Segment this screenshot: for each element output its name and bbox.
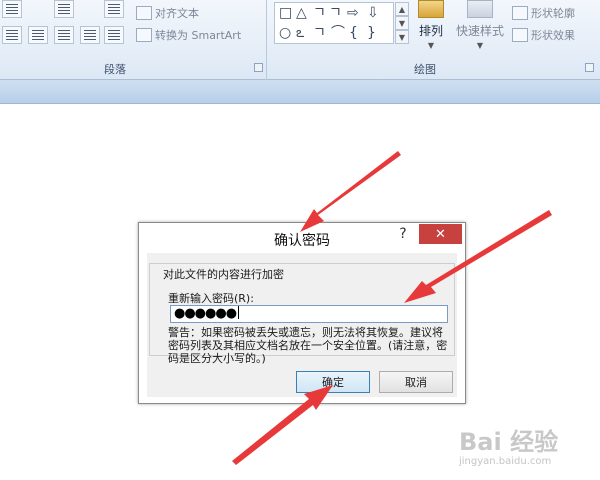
password-warning-text: 警告：如果密码被丢失或遗忘，则无法将其恢复。建议将密码列表及其相应文档名放在一个… bbox=[168, 326, 448, 365]
down-arrow-shape-icon[interactable]: ⇩ bbox=[367, 5, 379, 21]
drawing-dialog-launcher-icon[interactable] bbox=[585, 63, 594, 72]
convert-smartart-label: 转换为 SmartArt bbox=[155, 29, 242, 42]
quick-styles-icon bbox=[467, 0, 493, 18]
arrange-button[interactable]: 排列 ▼ bbox=[418, 0, 444, 50]
right-arrow-shape-icon[interactable]: ⇨ bbox=[347, 5, 359, 21]
paragraph-dialog-launcher-icon[interactable] bbox=[254, 63, 263, 72]
dialog-title: 确认密码 bbox=[274, 233, 330, 249]
watermark-url: jingyan.baidu.com bbox=[459, 456, 552, 467]
align-text-icon bbox=[136, 6, 152, 20]
rectangle-shape-icon[interactable]: □ bbox=[279, 5, 292, 21]
encrypt-group-label: 对此文件的内容进行加密 bbox=[160, 266, 287, 282]
arc-shape-icon[interactable]: ⌒ bbox=[331, 25, 345, 41]
shapes-gallery[interactable]: □ △ ㄱ ㄱ ⇨ ⇩ ○ ఽ ㄱ ⌒ { } bbox=[274, 2, 394, 44]
ok-button[interactable]: 确定 bbox=[296, 371, 370, 393]
triangle-shape-icon[interactable]: △ bbox=[296, 5, 307, 21]
quick-styles-label: 快速样式 bbox=[456, 24, 505, 38]
password-input[interactable]: ●●●●●● bbox=[170, 305, 448, 323]
paragraph-group-label: 段落 bbox=[104, 63, 126, 76]
convert-smartart-button[interactable]: 转换为 SmartArt bbox=[136, 25, 241, 45]
arrange-icon bbox=[418, 0, 444, 18]
encrypt-group: 对此文件的内容进行加密 重新输入密码(R): ●●●●●● 警告：如果密码被丢失… bbox=[149, 263, 455, 365]
numbering-button[interactable] bbox=[54, 0, 74, 18]
close-button[interactable]: ✕ bbox=[419, 224, 462, 244]
justify-button[interactable] bbox=[80, 26, 100, 44]
arrange-label: 排列 bbox=[418, 24, 443, 38]
shape-effects-label: 形状效果 bbox=[531, 29, 575, 42]
chevron-down-icon: ▼ bbox=[476, 41, 484, 50]
dialog-body: 对此文件的内容进行加密 重新输入密码(R): ●●●●●● 警告：如果密码被丢失… bbox=[147, 253, 457, 397]
arrow-to-title bbox=[300, 151, 401, 232]
left-brace-shape-icon[interactable]: { bbox=[349, 25, 358, 41]
align-left-button[interactable] bbox=[2, 26, 22, 44]
bullets-button[interactable] bbox=[2, 0, 22, 18]
dialog-titlebar[interactable]: 确认密码 ? ✕ bbox=[139, 223, 465, 253]
curved-connector-icon[interactable]: ㄱ bbox=[313, 25, 326, 41]
line-spacing-button[interactable] bbox=[104, 0, 124, 18]
shape-effects-button[interactable]: 形状效果 bbox=[512, 25, 575, 45]
align-text-label: 对齐文本 bbox=[155, 7, 199, 20]
gallery-more-icon[interactable]: ▼ bbox=[395, 30, 409, 44]
columns-button[interactable] bbox=[104, 26, 124, 44]
shape-outline-button[interactable]: 形状轮廓 bbox=[512, 3, 575, 23]
shape-outline-label: 形状轮廓 bbox=[531, 7, 575, 20]
text-cursor bbox=[238, 306, 240, 319]
baidu-jingyan-watermark: Bai 经验 jingyan.baidu.com bbox=[453, 418, 593, 474]
align-right-button[interactable] bbox=[54, 26, 74, 44]
elbow-connector-icon[interactable]: ㄱ bbox=[313, 5, 326, 21]
gallery-scroll-up-icon[interactable]: ▲ bbox=[395, 2, 409, 16]
smartart-icon bbox=[136, 28, 152, 42]
align-center-button[interactable] bbox=[28, 26, 48, 44]
gallery-scroll-down-icon[interactable]: ▼ bbox=[395, 16, 409, 30]
cancel-button[interactable]: 取消 bbox=[379, 371, 453, 393]
oval-shape-icon[interactable]: ○ bbox=[279, 25, 291, 41]
baidu-logo: Bai 经验 bbox=[459, 428, 559, 456]
ribbon-bottom-strip bbox=[0, 80, 600, 104]
ribbon-separator bbox=[266, 0, 267, 80]
ribbon: 对齐文本 转换为 SmartArt 段落 □ △ ㄱ ㄱ ⇨ ⇩ ○ ఽ ㄱ ⌒… bbox=[0, 0, 600, 80]
align-text-button[interactable]: 对齐文本 bbox=[136, 3, 199, 23]
chevron-down-icon: ▼ bbox=[427, 41, 435, 50]
password-mask: ●●●●●● bbox=[174, 306, 237, 321]
reenter-password-label: 重新输入密码(R): bbox=[168, 292, 254, 305]
freeform-shape-icon[interactable]: ఽ bbox=[296, 25, 304, 41]
elbow-arrow-connector-icon[interactable]: ㄱ bbox=[329, 5, 342, 21]
quick-styles-button[interactable]: 快速样式 ▼ bbox=[456, 0, 504, 50]
shape-effects-icon bbox=[512, 28, 528, 42]
help-icon[interactable]: ? bbox=[395, 226, 411, 244]
right-brace-shape-icon[interactable]: } bbox=[367, 25, 376, 41]
drawing-group-label: 绘图 bbox=[414, 63, 436, 76]
shape-outline-icon bbox=[512, 6, 528, 20]
confirm-password-dialog: 确认密码 ? ✕ 对此文件的内容进行加密 重新输入密码(R): ●●●●●● 警… bbox=[138, 222, 466, 404]
